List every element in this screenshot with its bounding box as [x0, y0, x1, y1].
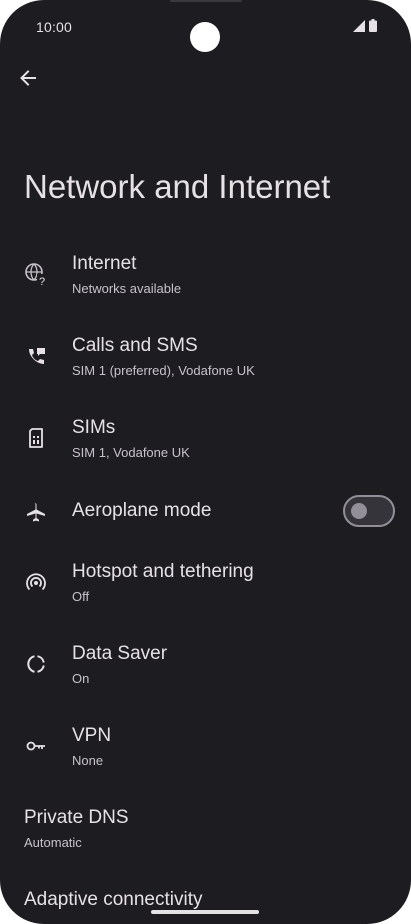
item-title: Adaptive connectivity — [24, 889, 203, 910]
item-title: SIMs — [72, 417, 116, 438]
data-saver-icon — [24, 652, 48, 676]
item-title: Calls and SMS — [72, 335, 198, 356]
phone-screen: 10:00 Network and Internet ? Internet Ne… — [0, 0, 411, 924]
item-title: Hotspot and tethering — [72, 561, 254, 582]
status-time: 10:00 — [36, 19, 73, 35]
top-edge-line — [170, 0, 242, 2]
calls-sms-item[interactable]: Calls and SMS SIM 1 (preferred), Vodafon… — [0, 322, 411, 404]
item-title: Data Saver — [72, 643, 168, 664]
camera-cutout — [190, 22, 220, 52]
page-title: Network and Internet — [24, 168, 331, 205]
phone-sms-icon — [24, 344, 48, 368]
item-subtitle: Off — [72, 589, 90, 604]
item-subtitle: Automatic — [24, 835, 82, 850]
back-button[interactable] — [12, 64, 44, 96]
item-title: Internet — [72, 253, 137, 274]
item-subtitle: Networks available — [72, 281, 182, 296]
svg-text:?: ? — [39, 276, 45, 286]
toggle-knob — [351, 503, 367, 519]
item-title: VPN — [72, 725, 112, 746]
vpn-item[interactable]: VPN None — [0, 712, 411, 794]
sims-item[interactable]: SIMs SIM 1, Vodafone UK — [0, 404, 411, 486]
home-indicator[interactable] — [151, 910, 259, 914]
item-subtitle: On — [72, 671, 90, 686]
sim-card-icon — [24, 426, 48, 450]
status-icons — [353, 19, 377, 37]
data-saver-item[interactable]: Data Saver On — [0, 630, 411, 712]
arrow-back-icon — [19, 69, 37, 92]
adaptive-connectivity-item[interactable]: Adaptive connectivity — [0, 876, 411, 924]
vpn-key-icon — [24, 734, 48, 758]
item-title: Aeroplane mode — [72, 500, 212, 521]
signal-icon — [353, 19, 365, 37]
status-bar: 10:00 — [0, 0, 411, 56]
hotspot-tethering-item[interactable]: Hotspot and tethering Off — [0, 548, 411, 630]
battery-icon — [369, 19, 377, 37]
aeroplane-mode-toggle[interactable] — [343, 495, 395, 527]
item-title: Private DNS — [24, 807, 129, 828]
airplane-icon — [24, 500, 48, 524]
item-subtitle: SIM 1, Vodafone UK — [72, 445, 190, 460]
internet-item[interactable]: ? Internet Networks available — [0, 240, 411, 322]
item-subtitle: SIM 1 (preferred), Vodafone UK — [72, 363, 255, 378]
private-dns-item[interactable]: Private DNS Automatic — [0, 794, 411, 876]
globe-question-icon: ? — [24, 262, 48, 286]
hotspot-icon — [24, 570, 48, 594]
item-subtitle: None — [72, 753, 104, 768]
